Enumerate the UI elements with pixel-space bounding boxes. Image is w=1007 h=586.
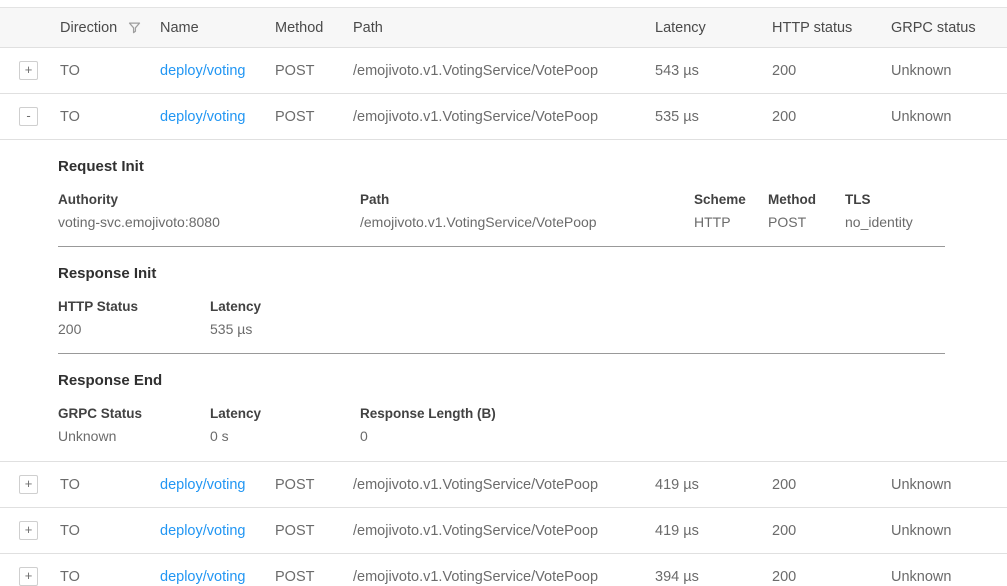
http-status-cell: 200 — [772, 63, 891, 79]
tap-table: Direction Name Method Path Latency HTTP … — [0, 7, 1007, 586]
method-cell: POST — [275, 477, 353, 493]
latency-cell: 419 µs — [655, 477, 772, 493]
detail-field-value: POST — [768, 214, 845, 231]
page-top-gap — [0, 0, 1007, 7]
resource-name-link[interactable]: deploy/voting — [160, 477, 245, 493]
path-cell: /emojivoto.v1.VotingService/VotePoop — [353, 523, 655, 539]
expand-row-button[interactable]: + — [19, 521, 38, 540]
table-row: + TO deploy/voting POST /emojivoto.v1.Vo… — [0, 48, 1007, 94]
detail-field: Authority voting-svc.emojivoto:8080 — [58, 191, 360, 231]
direction-cell: TO — [60, 477, 160, 493]
detail-field-label: Latency — [210, 405, 360, 422]
http-status-cell: 200 — [772, 477, 891, 493]
funnel-filter-icon — [127, 20, 142, 35]
detail-section-title: Response End — [58, 371, 945, 390]
method-cell: POST — [275, 569, 353, 585]
detail-field: GRPC Status Unknown — [58, 405, 210, 445]
direction-cell: TO — [60, 569, 160, 585]
http-status-cell: 200 — [772, 109, 891, 125]
direction-cell: TO — [60, 63, 160, 79]
path-cell: /emojivoto.v1.VotingService/VotePoop — [353, 569, 655, 585]
detail-section: Request Init Authority voting-svc.emojiv… — [58, 140, 945, 247]
resource-name-link[interactable]: deploy/voting — [160, 569, 245, 585]
detail-field-label: TLS — [845, 191, 913, 208]
detail-field: TLS no_identity — [845, 191, 913, 231]
direction-filter-button[interactable] — [127, 20, 142, 35]
latency-cell: 535 µs — [655, 109, 772, 125]
detail-field-value: Unknown — [58, 428, 210, 445]
http-status-cell: 200 — [772, 523, 891, 539]
grpc-status-cell: Unknown — [891, 477, 1007, 493]
resource-name-link[interactable]: deploy/voting — [160, 63, 245, 79]
method-cell: POST — [275, 109, 353, 125]
row-detail-panel: Request Init Authority voting-svc.emojiv… — [0, 140, 1007, 462]
grpc-status-cell: Unknown — [891, 523, 1007, 539]
column-header-name: Name — [160, 20, 275, 36]
grpc-status-cell: Unknown — [891, 63, 1007, 79]
resource-name-link[interactable]: deploy/voting — [160, 523, 245, 539]
detail-field-value: 0 s — [210, 428, 360, 445]
detail-section: Response End GRPC Status Unknown Latency… — [58, 354, 945, 461]
latency-cell: 394 µs — [655, 569, 772, 585]
detail-field: Latency 0 s — [210, 405, 360, 445]
detail-field: Method POST — [768, 191, 845, 231]
latency-cell: 543 µs — [655, 63, 772, 79]
detail-field-value: voting-svc.emojivoto:8080 — [58, 214, 360, 231]
path-cell: /emojivoto.v1.VotingService/VotePoop — [353, 109, 655, 125]
table-header-row: Direction Name Method Path Latency HTTP … — [0, 7, 1007, 48]
detail-field-value: 535 µs — [210, 321, 261, 338]
method-cell: POST — [275, 63, 353, 79]
collapse-row-button[interactable]: - — [19, 107, 38, 126]
column-header-http-status: HTTP status — [772, 20, 891, 36]
detail-section-title: Request Init — [58, 157, 945, 176]
latency-cell: 419 µs — [655, 523, 772, 539]
detail-field-value: /emojivoto.v1.VotingService/VotePoop — [360, 214, 694, 231]
detail-field: Path /emojivoto.v1.VotingService/VotePoo… — [360, 191, 694, 231]
detail-field-label: Scheme — [694, 191, 768, 208]
detail-field: Response Length (B) 0 — [360, 405, 496, 445]
table-row: + TO deploy/voting POST /emojivoto.v1.Vo… — [0, 462, 1007, 508]
table-row: + TO deploy/voting POST /emojivoto.v1.Vo… — [0, 508, 1007, 554]
table-row: + TO deploy/voting POST /emojivoto.v1.Vo… — [0, 554, 1007, 586]
detail-field-value: no_identity — [845, 214, 913, 231]
column-header-grpc-status: GRPC status — [891, 20, 1007, 36]
column-header-path: Path — [353, 20, 655, 36]
expand-row-button[interactable]: + — [19, 567, 38, 586]
direction-cell: TO — [60, 523, 160, 539]
detail-field-label: Method — [768, 191, 845, 208]
detail-field-value: HTTP — [694, 214, 768, 231]
detail-field-value: 0 — [360, 428, 496, 445]
table-row: - TO deploy/voting POST /emojivoto.v1.Vo… — [0, 94, 1007, 140]
detail-field: Scheme HTTP — [694, 191, 768, 231]
expand-row-button[interactable]: + — [19, 61, 38, 80]
path-cell: /emojivoto.v1.VotingService/VotePoop — [353, 477, 655, 493]
detail-field-label: Authority — [58, 191, 360, 208]
detail-field-label: GRPC Status — [58, 405, 210, 422]
detail-field-value: 200 — [58, 321, 210, 338]
detail-field-label: Latency — [210, 298, 261, 315]
expand-row-button[interactable]: + — [19, 475, 38, 494]
resource-name-link[interactable]: deploy/voting — [160, 109, 245, 125]
http-status-cell: 200 — [772, 569, 891, 585]
path-cell: /emojivoto.v1.VotingService/VotePoop — [353, 63, 655, 79]
grpc-status-cell: Unknown — [891, 569, 1007, 585]
table-body: + TO deploy/voting POST /emojivoto.v1.Vo… — [0, 48, 1007, 586]
method-cell: POST — [275, 523, 353, 539]
detail-field: HTTP Status 200 — [58, 298, 210, 338]
detail-field: Latency 535 µs — [210, 298, 261, 338]
grpc-status-cell: Unknown — [891, 109, 1007, 125]
direction-cell: TO — [60, 109, 160, 125]
column-header-method: Method — [275, 20, 353, 36]
detail-field-label: Path — [360, 191, 694, 208]
detail-field-label: HTTP Status — [58, 298, 210, 315]
detail-section: Response Init HTTP Status 200 Latency 53… — [58, 247, 945, 354]
column-header-latency: Latency — [655, 20, 772, 36]
column-header-direction: Direction — [60, 20, 117, 36]
detail-section-title: Response Init — [58, 264, 945, 283]
detail-field-label: Response Length (B) — [360, 405, 496, 422]
